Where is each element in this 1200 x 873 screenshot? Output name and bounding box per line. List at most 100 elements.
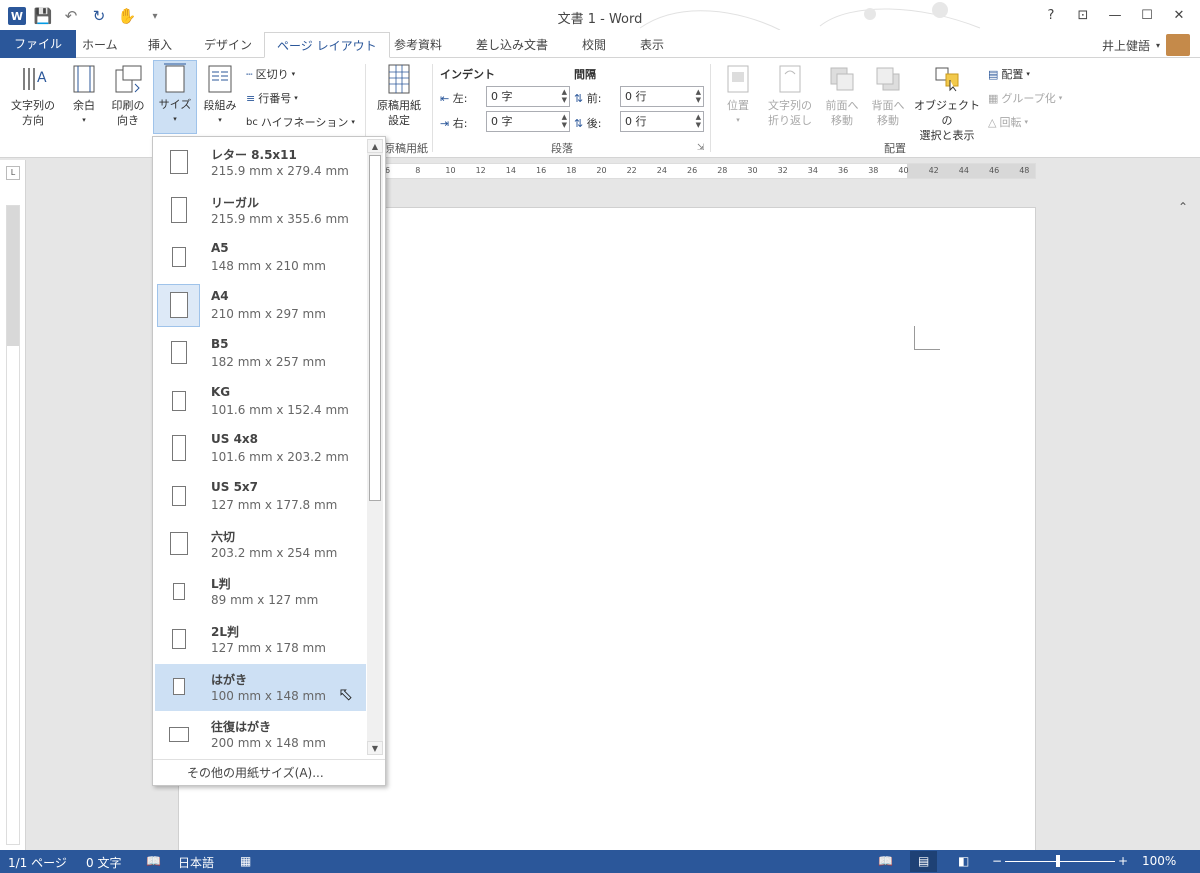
align-button[interactable]: ▤ 配置 ▾ (988, 64, 1030, 84)
ruler-tick-label: 8 (415, 166, 421, 175)
save-icon[interactable]: 💾 (32, 5, 54, 27)
tab-home[interactable]: ホーム (70, 32, 130, 58)
paper-size-item[interactable]: US 4x8 101.6 mm x 203.2 mm (155, 425, 366, 472)
rotate-button[interactable]: △ 回転 ▾ (988, 112, 1028, 132)
group-button[interactable]: ▦ グループ化 ▾ (988, 88, 1062, 108)
close-button[interactable]: ✕ (1164, 4, 1194, 26)
manuscript-paper-icon (384, 62, 414, 96)
tab-file[interactable]: ファイル (0, 30, 77, 58)
tab-insert[interactable]: 挿入 (136, 32, 184, 58)
proofing-icon[interactable]: 📖 (146, 854, 161, 868)
vertical-ruler[interactable] (6, 205, 20, 845)
redo-icon[interactable]: ↻ (88, 5, 110, 27)
tab-view[interactable]: 表示 (628, 32, 676, 58)
breaks-label: 区切り (255, 68, 289, 81)
size-icon (160, 61, 190, 95)
breaks-button[interactable]: ┄ 区切り ▾ (246, 64, 295, 84)
position-button[interactable]: 位置 ▾ (716, 62, 760, 128)
collapse-ribbon-icon[interactable]: ⌃ (1178, 200, 1188, 214)
page-size-icon (171, 196, 187, 223)
word-count[interactable]: 0 文字 (86, 854, 121, 871)
more-paper-sizes-item[interactable]: その他の用紙サイズ(A)... (153, 759, 385, 785)
paper-size-item[interactable]: 六切 203.2 mm x 254 mm (155, 521, 366, 568)
ruler-tick-label: 38 (868, 166, 879, 175)
customize-qat-icon[interactable]: ▾ (144, 5, 166, 27)
touch-mode-icon[interactable]: ✋ (116, 5, 138, 27)
spacing-before-label: ⇅ 前: (574, 90, 601, 106)
title-decoration (639, 2, 981, 31)
minimize-button[interactable]: — (1100, 4, 1130, 26)
read-mode-icon[interactable]: 📖 (878, 854, 893, 868)
user-account[interactable]: 井上健語 ▾ (1102, 34, 1190, 56)
group-label: グループ化 (1001, 92, 1056, 105)
paper-size-item[interactable]: B5 182 mm x 257 mm (155, 330, 366, 377)
indent-left-input[interactable]: 0 字 ▲ ▼ (486, 86, 570, 107)
zoom-level[interactable]: 100% (1142, 854, 1176, 868)
send-backward-button[interactable]: 背面へ 移動 (866, 62, 910, 128)
paper-size-item[interactable]: KG 101.6 mm x 152.4 mm (155, 378, 366, 425)
paper-size-item[interactable]: L判 89 mm x 127 mm (155, 568, 366, 615)
spinner-arrows-icon[interactable]: ▲ ▼ (562, 113, 567, 129)
paper-size-dimensions: 127 mm x 177.8 mm (211, 497, 338, 512)
paper-size-item[interactable]: 往復はがき 200 mm x 148 mm (155, 711, 366, 757)
text-direction-button[interactable]: A 文字列の 方向 (6, 62, 60, 128)
help-button[interactable]: ? (1036, 4, 1066, 26)
ribbon-display-options-button[interactable]: ⊡ (1068, 4, 1098, 26)
spinner-arrows-icon[interactable]: ▲ ▼ (696, 113, 701, 129)
zoom-slider-thumb[interactable] (1056, 855, 1060, 867)
zoom-slider[interactable] (1005, 861, 1115, 862)
tab-page-layout[interactable]: ページ レイアウト (264, 32, 390, 58)
word-logo-icon[interactable]: W (8, 7, 26, 25)
spinner-arrows-icon[interactable]: ▲ ▼ (696, 88, 701, 104)
zoom-in-button[interactable]: + (1118, 854, 1128, 868)
selection-pane-button[interactable]: オブジェクトの 選択と表示 (912, 62, 982, 143)
columns-button[interactable]: 段組み ▾ (200, 62, 240, 128)
size-button[interactable]: サイズ ▾ (153, 60, 197, 134)
tab-selector-icon[interactable]: L (6, 166, 20, 180)
spacing-after-input[interactable]: 0 行 ▲ ▼ (620, 111, 704, 132)
hyphenation-button[interactable]: bc ハイフネーション ▾ (246, 112, 355, 132)
print-layout-icon[interactable]: ▤ (910, 851, 938, 872)
web-layout-icon[interactable]: ◧ (958, 854, 969, 868)
indent-right-input[interactable]: 0 字 ▲ ▼ (486, 111, 570, 132)
paper-size-item[interactable]: リーガル 215.9 mm x 355.6 mm (155, 187, 366, 234)
ruler-tick-label: 20 (596, 166, 607, 175)
genko-setup-button[interactable]: 原稿用紙 設定 (370, 62, 428, 128)
margins-button[interactable]: 余白 ▾ (64, 62, 104, 128)
zoom-out-button[interactable]: − (992, 854, 1002, 868)
spinner-arrows-icon[interactable]: ▲ ▼ (562, 88, 567, 104)
chevron-down-icon: ▾ (82, 116, 86, 124)
undo-icon[interactable]: ↶ (60, 5, 82, 27)
tab-design[interactable]: デザイン (192, 32, 264, 58)
ruler-tick-label: 36 (838, 166, 849, 175)
paper-size-item[interactable]: はがき 100 mm x 148 mm (155, 663, 366, 711)
paper-size-item[interactable]: 2L判 127 mm x 178 mm (155, 616, 366, 663)
paper-size-item[interactable]: A4 210 mm x 297 mm (155, 282, 366, 329)
indent-left-value: 0 字 (491, 90, 513, 103)
scroll-down-icon[interactable]: ▼ (367, 741, 383, 755)
tab-mailings[interactable]: 差し込み文書 (464, 32, 560, 58)
paper-size-dimensions: 148 mm x 210 mm (211, 259, 326, 274)
scroll-thumb[interactable] (369, 155, 381, 501)
paper-size-item[interactable]: US 5x7 127 mm x 177.8 mm (155, 473, 366, 520)
spacing-before-input[interactable]: 0 行 ▲ ▼ (620, 86, 704, 107)
ruler-tick-label: 42 (928, 166, 939, 175)
spacing-after-text: 後: (586, 117, 602, 130)
tab-references[interactable]: 参考資料 (382, 32, 454, 58)
tab-review[interactable]: 校閲 (570, 32, 618, 58)
page-size-icon (171, 341, 187, 365)
orientation-button[interactable]: 印刷の 向き (106, 62, 150, 128)
paper-size-item[interactable]: A5 148 mm x 210 mm (155, 234, 366, 281)
scroll-up-icon[interactable]: ▲ (367, 139, 383, 153)
language[interactable]: 日本語 (178, 854, 214, 871)
paper-size-dimensions: 215.9 mm x 355.6 mm (211, 211, 349, 226)
page-count[interactable]: 1/1 ページ (8, 854, 67, 871)
wrap-text-button[interactable]: 文字列の 折り返し (762, 62, 818, 128)
maximize-button[interactable]: ☐ (1132, 4, 1162, 26)
line-numbers-button[interactable]: ≡ 行番号 ▾ (246, 88, 298, 108)
bring-forward-button[interactable]: 前面へ 移動 (820, 62, 864, 128)
paper-size-item[interactable]: レター 8.5x11 215.9 mm x 279.4 mm (155, 139, 366, 186)
dropdown-scrollbar[interactable]: ▲ ▼ (367, 139, 383, 755)
dialog-launcher-icon[interactable]: ⇲ (697, 142, 705, 154)
macro-icon[interactable]: ▦ (240, 854, 251, 868)
